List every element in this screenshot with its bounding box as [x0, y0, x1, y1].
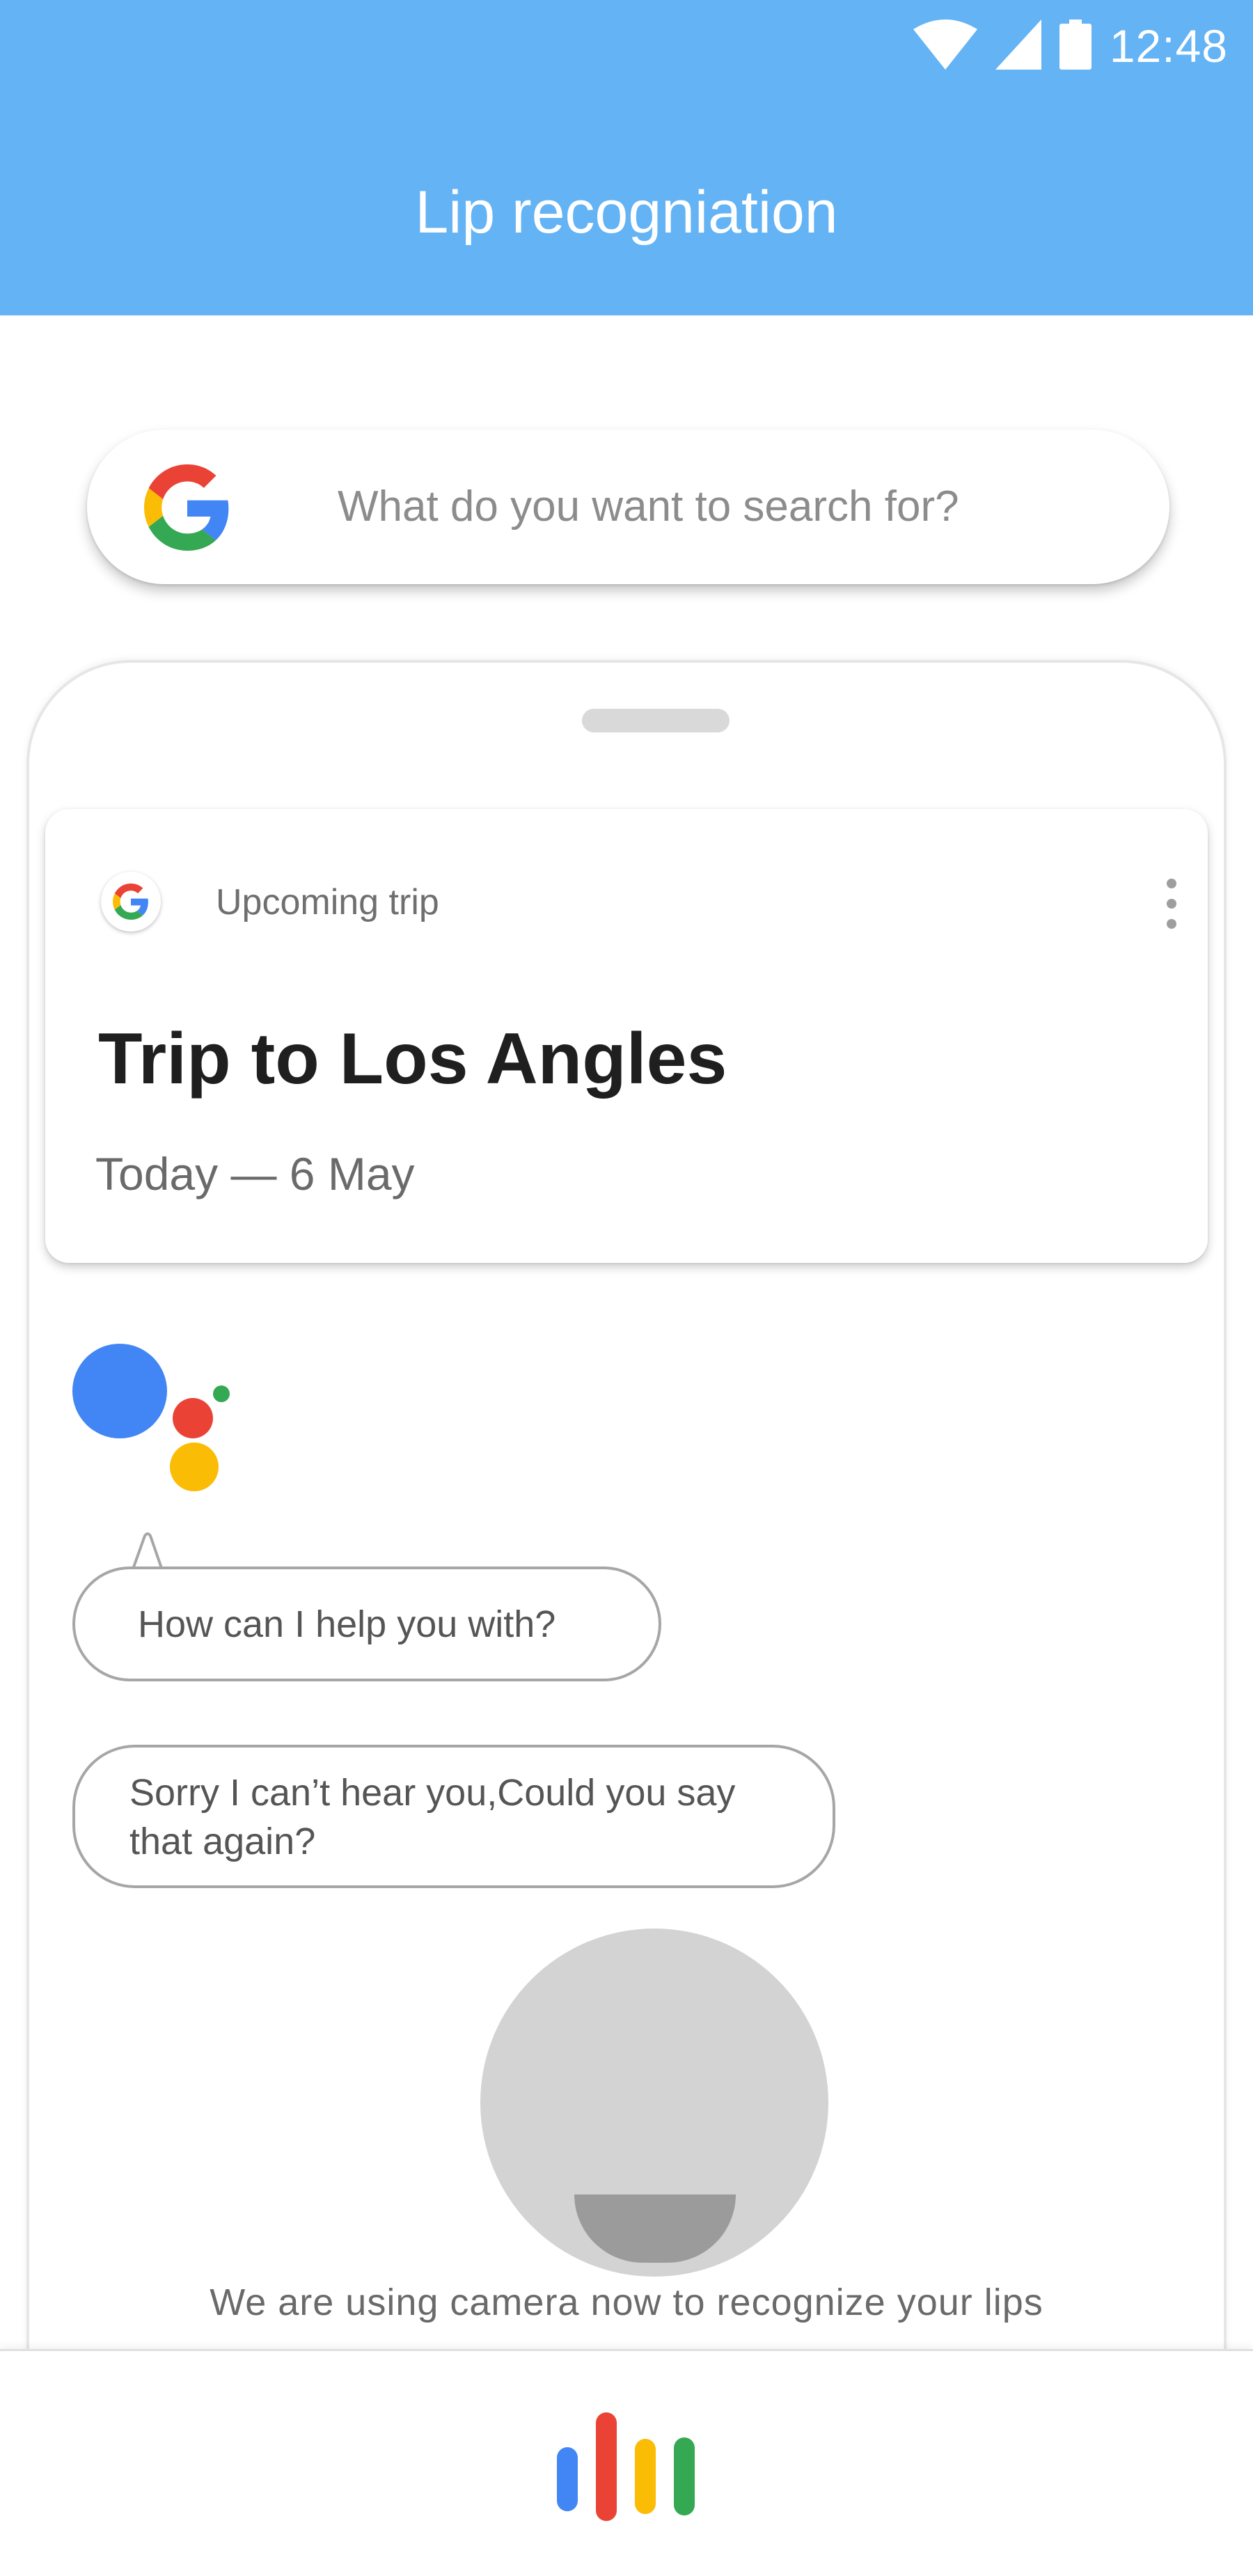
card-label: Upcoming trip [216, 882, 439, 922]
google-g-icon [101, 872, 161, 932]
user-message-bubble: Sorry I can’t hear you,Could you say tha… [72, 1745, 835, 1888]
search-bar[interactable] [87, 430, 1169, 584]
status-bar: 12:48 [913, 13, 1228, 79]
battery-icon [1059, 19, 1092, 73]
upcoming-trip-card[interactable]: Upcoming trip Trip to Los Angles Today —… [45, 809, 1208, 1263]
assistant-dot-yellow [170, 1443, 219, 1491]
drag-handle[interactable] [582, 709, 730, 732]
voice-bar-blue [557, 2447, 578, 2511]
voice-activity-icon[interactable] [555, 2412, 702, 2524]
assistant-message: How can I help you with? [138, 1603, 556, 1645]
trip-date: Today — 6 May [95, 1148, 415, 1200]
trip-title: Trip to Los Angles [98, 1019, 727, 1099]
camera-hint: We are using camera now to recognize you… [210, 2282, 1043, 2323]
search-input[interactable] [338, 471, 1103, 541]
user-message: Sorry I can’t hear you,Could you say tha… [129, 1772, 736, 1862]
signal-icon [995, 19, 1041, 73]
assistant-dot-red [173, 1398, 213, 1438]
lip-icon [574, 2194, 736, 2263]
assistant-message-bubble: How can I help you with? [72, 1566, 661, 1681]
google-g-icon [144, 464, 230, 551]
app-bar: 12:48 Lip recogniation [0, 0, 1253, 315]
status-time: 12:48 [1109, 20, 1228, 72]
bottom-bar [0, 2349, 1253, 2576]
page-title: Lip recogniation [415, 179, 838, 246]
assistant-dot-green [213, 1385, 230, 1402]
more-vert-icon[interactable] [1165, 879, 1179, 929]
voice-bar-green [674, 2437, 695, 2515]
wifi-icon [913, 19, 977, 73]
voice-bar-yellow [635, 2439, 656, 2514]
voice-bar-red [596, 2412, 617, 2521]
assistant-dot-blue [72, 1344, 167, 1438]
camera-preview [480, 1929, 828, 2277]
